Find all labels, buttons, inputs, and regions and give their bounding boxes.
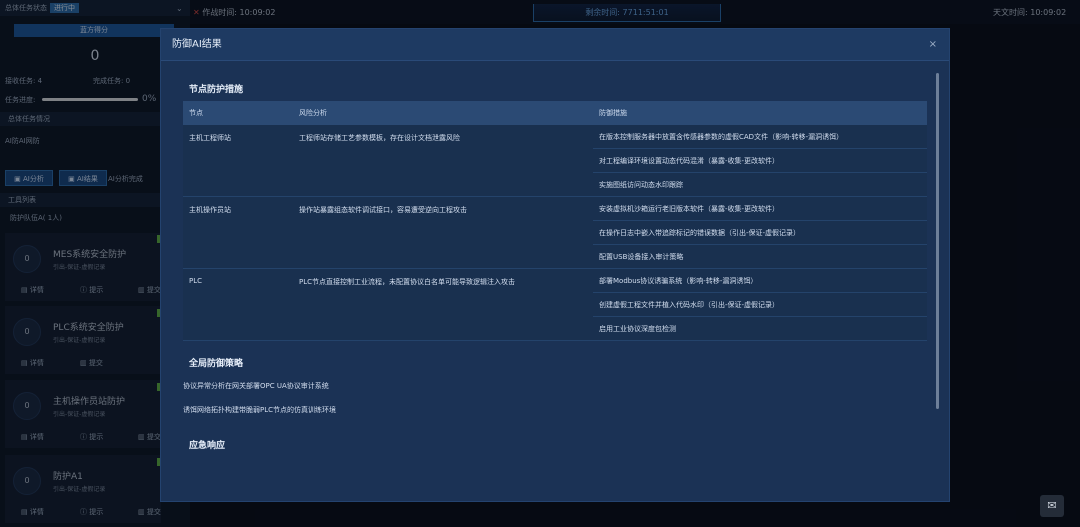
close-icon[interactable]: × (929, 39, 937, 50)
section-global-strategy: 全局防御策略 (189, 359, 244, 369)
table-row-measure: 部署Modbus协议诱骗系统（影响-转移-漏洞诱饵） (593, 269, 927, 293)
table-row-measure: 实施图纸访问动态水印跟踪 (593, 173, 927, 197)
table-row-measure: 配置USB设备接入审计策略 (593, 245, 927, 269)
table-row-measure: 创建虚假工程文件并植入代码水印（引出-保证-虚假记录） (593, 293, 927, 317)
table-row-node: 主机操作员站 (183, 197, 293, 269)
global-strategy-item: 协议异常分析在网关部署OPC UA协议审计系统 (183, 382, 329, 390)
col-measures: 防御措施 (593, 101, 927, 125)
table-row-risk: PLC节点直接控制工业流程，未配置协议白名单可能导致逻辑注入攻击 (293, 269, 593, 341)
table-row-measure: 在版本控制服务器中放置含传感器参数的虚假CAD文件（影响-转移-漏洞诱饵） (593, 125, 927, 149)
table-row-measure: 启用工业协议深度包检测 (593, 317, 927, 341)
table-row-measure: 在操作日志中嵌入带追踪标记的错误数据（引出-保证-虚假记录） (593, 221, 927, 245)
table-row-node: 主机工程师站 (183, 125, 293, 197)
global-strategy-item: 诱饵网络拓扑构建带脆弱PLC节点的仿真训练环境 (183, 406, 337, 414)
col-risk: 风险分析 (293, 101, 593, 125)
section-node-measures: 节点防护措施 (189, 85, 244, 95)
modal-title: 防御AI结果 (161, 29, 949, 61)
table-row-risk: 工程师站存储工艺参数模板，存在设计文档泄露风险 (293, 125, 593, 197)
section-emergency-response: 应急响应 (189, 441, 226, 451)
modal-scrollbar[interactable] (936, 73, 939, 409)
table-row-risk: 操作站暴露组态软件调试接口，容易遭受逆向工程攻击 (293, 197, 593, 269)
table-row-measure: 对工程编译环境设置动态代码混淆（暴露-收集-更改软件） (593, 149, 927, 173)
ai-result-modal: 防御AI结果 × 节点防护措施 节点 风险分析 防御措施 主机工程师站 工程师站… (160, 28, 950, 502)
table-row-node: PLC (183, 269, 293, 341)
table-row-measure: 安装虚拟机沙箱运行老旧版本软件（暴露-收集-更改软件） (593, 197, 927, 221)
col-node: 节点 (183, 101, 293, 125)
mail-icon[interactable]: ✉ (1040, 495, 1064, 517)
